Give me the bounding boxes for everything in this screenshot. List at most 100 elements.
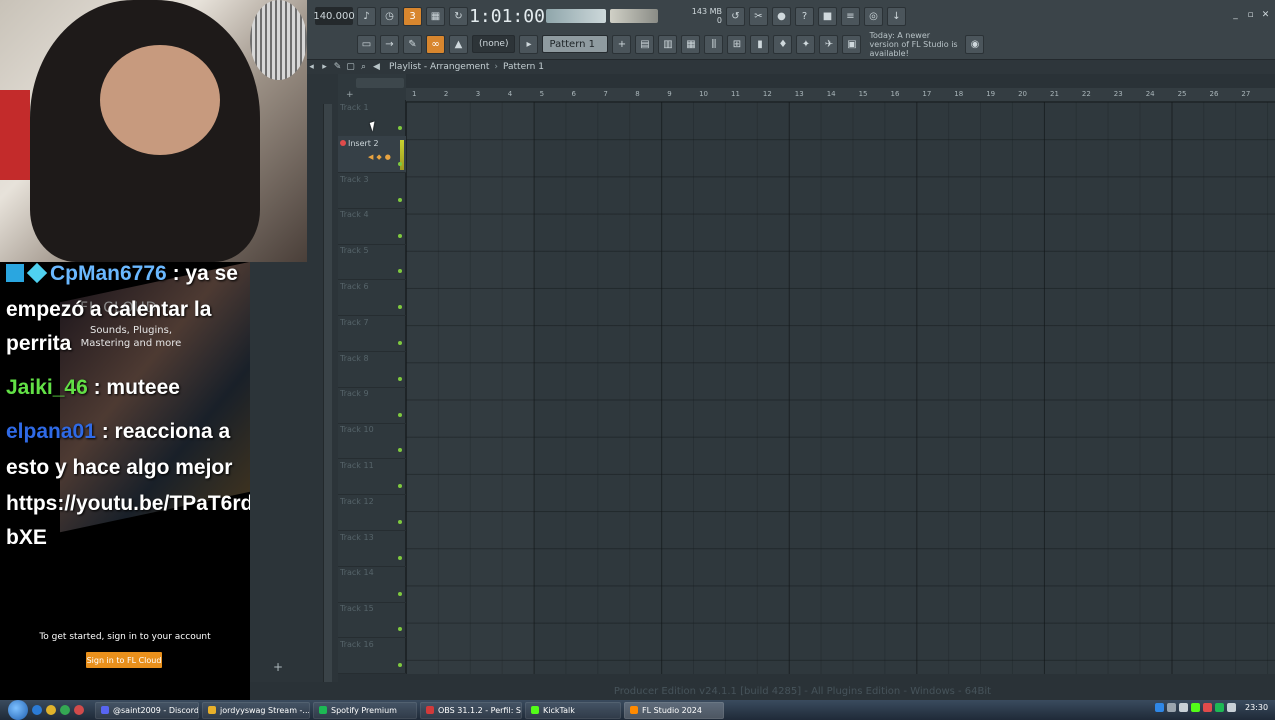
playlist-pattern[interactable]: Pattern 1 xyxy=(503,62,544,72)
track-controls-icon[interactable]: ◀◆● xyxy=(368,153,394,161)
tray-settings-icon[interactable] xyxy=(1167,703,1176,712)
metronome-icon[interactable]: ♪ xyxy=(357,6,376,26)
track-active-icon[interactable] xyxy=(398,448,402,453)
pencil-icon[interactable]: ✎ xyxy=(403,34,422,54)
playlist-grid[interactable] xyxy=(406,102,1275,674)
select-tool-icon[interactable]: ▢ xyxy=(344,62,357,72)
time-ruler[interactable]: 1 2 3 4 5 6 7 8 9 10 11 12 13 14 15 16 17 18 19 20 21 22 23 24 2… xyxy=(406,88,1275,102)
tray-kick-icon[interactable] xyxy=(1191,703,1200,712)
plus-icon[interactable]: + xyxy=(273,660,283,674)
download-icon[interactable]: ↓ xyxy=(887,6,906,26)
signin-button[interactable]: Sign in to FL Cloud xyxy=(86,652,162,668)
loop-record-icon[interactable]: ↻ xyxy=(449,6,468,26)
minimize-icon[interactable]: _ xyxy=(1230,10,1241,20)
chrome-quick-icon[interactable] xyxy=(60,705,70,715)
track-header[interactable]: Track 5 xyxy=(338,243,406,281)
volume-meter[interactable] xyxy=(610,9,658,23)
mute-tool-icon[interactable]: ◀ xyxy=(370,62,383,72)
tray-app-icon[interactable] xyxy=(1155,703,1164,712)
taskbar-task[interactable]: OBS 31.1.2 - Perfil: Si... xyxy=(420,701,522,719)
track-header[interactable]: Track 11 xyxy=(338,458,406,496)
channel-select[interactable]: (none) xyxy=(472,35,516,53)
track-header[interactable]: Track 13 xyxy=(338,530,406,567)
track-active-icon[interactable] xyxy=(398,484,402,489)
track-active-icon[interactable] xyxy=(398,376,402,381)
track-header[interactable]: Track 10 xyxy=(338,422,406,460)
chat-icon[interactable]: ◎ xyxy=(864,6,883,26)
track-header[interactable]: ◀◆● Insert 2 xyxy=(338,135,406,173)
track-active-icon[interactable] xyxy=(398,126,402,131)
taskbar-task[interactable]: FL Studio 2024 xyxy=(624,701,724,719)
track-active-icon[interactable] xyxy=(398,519,402,524)
mixer-window-icon[interactable]: ⫼ xyxy=(704,34,724,54)
news-panel[interactable]: Today: A newer version of FL Studio is a… xyxy=(869,31,961,58)
channel-rack-icon[interactable]: ▥ xyxy=(658,34,678,54)
taskbar-task[interactable]: KickTalk xyxy=(525,701,621,719)
arrow-right-icon[interactable]: ▸ xyxy=(318,62,331,72)
track-header[interactable]: Track 4 xyxy=(338,207,406,245)
track-active-icon[interactable] xyxy=(398,161,402,166)
track-header[interactable]: Track 9 xyxy=(338,386,406,424)
browser-quick-icon[interactable] xyxy=(32,705,42,715)
track-header[interactable]: Track 7 xyxy=(338,315,406,352)
plugin-db-icon[interactable]: ▮ xyxy=(750,34,770,54)
track-active-icon[interactable] xyxy=(398,555,402,560)
add-track-icon[interactable]: + xyxy=(346,90,354,100)
pattern-prev-icon[interactable]: ▸ xyxy=(519,34,539,54)
taskbar-task[interactable]: @saint2009 - Discord xyxy=(95,701,199,719)
tools-icon[interactable]: ✈ xyxy=(819,34,839,54)
track-header[interactable]: Track 12 xyxy=(338,494,406,531)
track-header[interactable]: Track 15 xyxy=(338,601,406,639)
keyboard-icon[interactable]: ▭ xyxy=(357,34,376,54)
start-button-icon[interactable] xyxy=(8,700,28,720)
folder-quick-icon[interactable] xyxy=(46,705,56,715)
track-active-icon[interactable] xyxy=(398,627,402,632)
close-icon[interactable]: ✕ xyxy=(1260,10,1271,20)
microphone-icon[interactable]: ● xyxy=(772,6,791,26)
track-active-icon[interactable] xyxy=(398,340,402,345)
countdown-icon[interactable]: 3 xyxy=(403,6,422,26)
tray-spotify-icon[interactable] xyxy=(1215,703,1224,712)
pattern-select[interactable]: Pattern 1 xyxy=(542,35,609,53)
media-quick-icon[interactable] xyxy=(74,705,84,715)
tray-network-icon[interactable] xyxy=(1179,703,1188,712)
playlist-icon[interactable]: ▤ xyxy=(635,34,655,54)
view-tabs[interactable] xyxy=(356,78,404,88)
cut-icon[interactable]: ✂ xyxy=(749,6,768,26)
track-active-icon[interactable] xyxy=(398,412,402,417)
clock[interactable]: 23:30 xyxy=(1245,703,1271,712)
plugin-icon[interactable]: ♦ xyxy=(773,34,793,54)
sidebar-scrollbar[interactable] xyxy=(323,104,332,694)
track-header[interactable]: Track 3 xyxy=(338,172,406,209)
step-edit-icon[interactable]: ▦ xyxy=(426,6,445,26)
track-header[interactable]: Track 16 xyxy=(338,637,406,675)
browser-icon[interactable]: ⊞ xyxy=(727,34,747,54)
taskbar-task[interactable]: jordyyswag Stream -... xyxy=(202,701,310,719)
menu-icon[interactable]: ▣ xyxy=(842,34,862,54)
save-icon[interactable]: ■ xyxy=(818,6,837,26)
pattern-add-icon[interactable]: + xyxy=(612,34,632,54)
wait-input-icon[interactable]: ◷ xyxy=(380,6,399,26)
globe-icon[interactable]: ◉ xyxy=(965,34,985,54)
arrow-icon[interactable]: → xyxy=(380,34,399,54)
undo-icon[interactable]: ↺ xyxy=(726,6,745,26)
maximize-icon[interactable]: ▫ xyxy=(1245,10,1256,20)
song-position[interactable]: 1:01:00 xyxy=(469,3,545,29)
track-active-icon[interactable] xyxy=(398,591,402,596)
link-icon[interactable]: ∞ xyxy=(426,34,445,54)
track-active-icon[interactable] xyxy=(398,663,402,668)
tray-volume-icon[interactable] xyxy=(1227,703,1236,712)
zoom-tool-icon[interactable]: ⌕ xyxy=(357,62,370,72)
track-header[interactable]: Track 14 xyxy=(338,565,406,603)
track-header[interactable]: Track 8 xyxy=(338,351,406,388)
draw-tool-icon[interactable]: ✎ xyxy=(331,62,344,72)
tempo-display[interactable]: 140.000 xyxy=(313,7,355,25)
track-active-icon[interactable] xyxy=(398,197,402,202)
stamp-icon[interactable]: ▲ xyxy=(449,34,468,54)
piano-roll-icon[interactable]: ▦ xyxy=(681,34,701,54)
tray-obs-icon[interactable] xyxy=(1203,703,1212,712)
record-arm-icon[interactable] xyxy=(340,139,346,146)
track-header[interactable]: Track 6 xyxy=(338,279,406,317)
taskbar-task[interactable]: Spotify Premium xyxy=(313,701,417,719)
touch-icon[interactable]: ✦ xyxy=(796,34,816,54)
